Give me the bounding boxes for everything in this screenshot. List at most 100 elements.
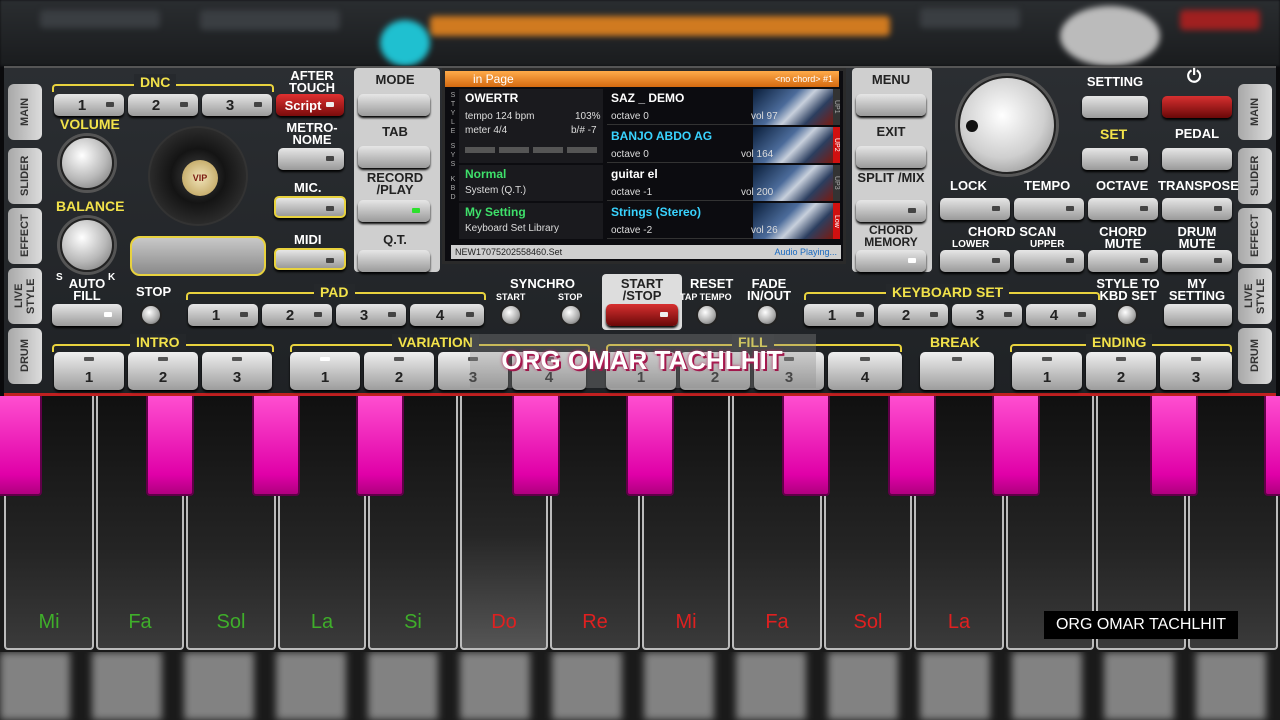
menu-button[interactable] bbox=[856, 94, 926, 116]
dnc-button-3[interactable]: 3 bbox=[202, 94, 272, 116]
ending-button-1[interactable]: 1 bbox=[1012, 352, 1082, 390]
main-display[interactable]: in Page <no chord> #1 S T Y L ES Y SK B D… bbox=[442, 68, 846, 264]
volume-knob[interactable] bbox=[60, 136, 114, 190]
keyboard-set-button-3[interactable]: 3 bbox=[952, 304, 1022, 326]
transpose-button[interactable] bbox=[1162, 198, 1232, 220]
style-to-kbd-knob[interactable] bbox=[1116, 304, 1138, 326]
left-tab-live-style[interactable]: LIVE STYLE bbox=[8, 268, 42, 324]
watermark-badge: ORG OMAR TACHLHIT bbox=[1044, 611, 1238, 639]
dnc-button-2[interactable]: 2 bbox=[128, 94, 198, 116]
tab-button[interactable] bbox=[358, 146, 430, 168]
right-tab-effect[interactable]: EFFECT bbox=[1238, 208, 1272, 264]
my-setting-block[interactable]: My Setting Keyboard Set Library bbox=[459, 203, 603, 239]
midi-button[interactable] bbox=[274, 248, 346, 270]
right-tab-slider[interactable]: SLIDER bbox=[1238, 148, 1272, 204]
left-tab-effect[interactable]: EFFECT bbox=[8, 208, 42, 264]
black-key[interactable] bbox=[1264, 396, 1280, 496]
power-button[interactable] bbox=[1162, 96, 1232, 118]
left-tab-main[interactable]: MAIN bbox=[8, 84, 42, 140]
right-tab-live-style[interactable]: LIVE STYLE bbox=[1238, 268, 1272, 324]
black-key[interactable] bbox=[0, 396, 42, 496]
my-setting-button[interactable] bbox=[1164, 304, 1232, 326]
left-tab-slider[interactable]: SLIDER bbox=[8, 148, 42, 204]
black-key[interactable] bbox=[992, 396, 1040, 496]
variation-button-2[interactable]: 2 bbox=[364, 352, 434, 390]
chord-memory-button[interactable] bbox=[856, 250, 926, 272]
keyboard-set-button-1[interactable]: 1 bbox=[804, 304, 874, 326]
right-tab-main[interactable]: MAIN bbox=[1238, 84, 1272, 140]
fill-button-4[interactable]: 4 bbox=[828, 352, 902, 390]
tap-tempo-knob[interactable] bbox=[696, 304, 718, 326]
part-row[interactable]: Strings (Stereo) octave -2 vol 26 bbox=[607, 203, 833, 239]
variation-button-1[interactable]: 1 bbox=[290, 352, 360, 390]
left-tab-drum[interactable]: DRUM bbox=[8, 328, 42, 384]
tempo-button[interactable] bbox=[1014, 198, 1084, 220]
intro-button-1[interactable]: 1 bbox=[54, 352, 124, 390]
part-row[interactable]: SAZ _ DEMO octave 0 vol 97 bbox=[607, 89, 833, 125]
black-key[interactable] bbox=[888, 396, 936, 496]
script-button[interactable]: Script bbox=[276, 94, 344, 116]
part-name: SAZ _ DEMO bbox=[611, 91, 685, 105]
record-label: RECORD /PLAY bbox=[366, 170, 424, 197]
split-button[interactable] bbox=[856, 200, 926, 222]
black-key[interactable] bbox=[252, 396, 300, 496]
fade-knob[interactable] bbox=[756, 304, 778, 326]
vip-disc[interactable]: VIP bbox=[148, 126, 248, 226]
record-button[interactable] bbox=[358, 200, 430, 222]
mic-button[interactable] bbox=[274, 196, 346, 218]
black-key[interactable] bbox=[512, 396, 560, 496]
chord-scan-lower-button[interactable] bbox=[940, 250, 1010, 272]
mode-button[interactable] bbox=[358, 94, 430, 116]
pad-button-1[interactable]: 1 bbox=[188, 304, 258, 326]
ending-button-3[interactable]: 3 bbox=[1160, 352, 1232, 390]
chord-scan-upper-button[interactable] bbox=[1014, 250, 1084, 272]
chord-mute-label: CHORD MUTE bbox=[1099, 224, 1147, 251]
pad-button-4[interactable]: 4 bbox=[410, 304, 484, 326]
start-stop-button[interactable] bbox=[606, 304, 678, 326]
black-key[interactable] bbox=[356, 396, 404, 496]
part-octave: octave 0 bbox=[611, 111, 649, 122]
black-key[interactable] bbox=[1150, 396, 1198, 496]
part-row[interactable]: guitar el octave -1 vol 200 bbox=[607, 165, 833, 201]
intro-button-2[interactable]: 2 bbox=[128, 352, 198, 390]
part-name: guitar el bbox=[611, 167, 658, 181]
set-button[interactable] bbox=[1082, 148, 1148, 170]
empty-slot[interactable] bbox=[130, 236, 266, 276]
drum-mute-button[interactable] bbox=[1162, 250, 1232, 272]
keyboard-set-button-4[interactable]: 4 bbox=[1026, 304, 1096, 326]
tempo-label: TEMPO bbox=[1024, 178, 1071, 193]
chord-mute-button[interactable] bbox=[1088, 250, 1158, 272]
stop-knob[interactable] bbox=[140, 304, 162, 326]
right-tab-drum[interactable]: DRUM bbox=[1238, 328, 1272, 384]
octave-button[interactable] bbox=[1088, 198, 1158, 220]
exit-button[interactable] bbox=[856, 146, 926, 168]
part-row[interactable]: BANJO ABDO AG octave 0 vol 164 bbox=[607, 127, 833, 163]
dial-knob[interactable] bbox=[958, 76, 1056, 174]
synchro-stop-knob[interactable] bbox=[560, 304, 582, 326]
setting-button[interactable] bbox=[1082, 96, 1148, 118]
tap-tempo-label: TAP TEMPO bbox=[680, 292, 732, 302]
qt-button[interactable] bbox=[358, 250, 430, 272]
exit-label: EXIT bbox=[876, 124, 906, 139]
intro-button-3[interactable]: 3 bbox=[202, 352, 272, 390]
black-key[interactable] bbox=[782, 396, 830, 496]
black-key[interactable] bbox=[626, 396, 674, 496]
synchro-start-knob[interactable] bbox=[500, 304, 522, 326]
auto-fill-button[interactable] bbox=[52, 304, 122, 326]
watermark-text: ORG OMAR TACHLHIT bbox=[501, 345, 783, 375]
keyboard-set-button-2[interactable]: 2 bbox=[878, 304, 948, 326]
ending-button-2[interactable]: 2 bbox=[1086, 352, 1156, 390]
pad-button-2[interactable]: 2 bbox=[262, 304, 332, 326]
pedal-button[interactable] bbox=[1162, 148, 1232, 170]
pad-button-3[interactable]: 3 bbox=[336, 304, 406, 326]
lock-button[interactable] bbox=[940, 198, 1010, 220]
break-button[interactable] bbox=[920, 352, 994, 390]
balance-knob[interactable] bbox=[60, 218, 114, 272]
tempo-text: tempo 124 bpm bbox=[465, 111, 535, 122]
dnc-button-1[interactable]: 1 bbox=[54, 94, 124, 116]
metronome-button[interactable] bbox=[278, 148, 344, 170]
black-key[interactable] bbox=[146, 396, 194, 496]
style-block[interactable]: OWERTR tempo 124 bpm 103% meter 4/4 b/# … bbox=[459, 89, 603, 163]
tempo-percent: 103% bbox=[575, 111, 601, 122]
normal-block[interactable]: Normal System (Q.T.) bbox=[459, 165, 603, 201]
